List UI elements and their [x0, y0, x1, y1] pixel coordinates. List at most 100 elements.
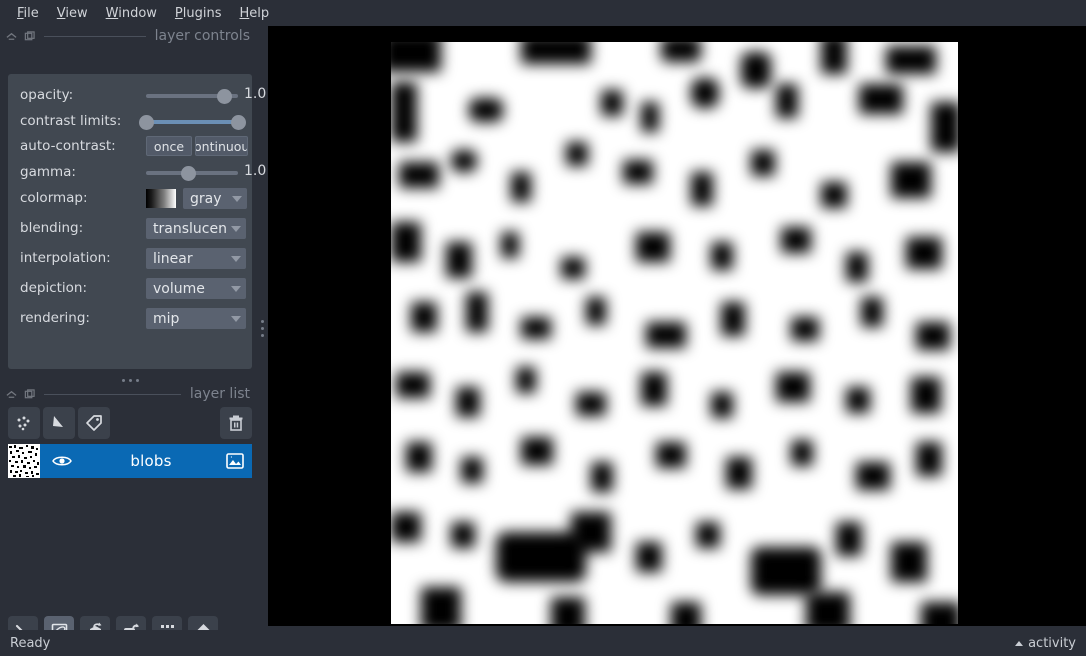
- contrast-limits-high-knob[interactable]: [231, 114, 246, 130]
- contrast-limits-label: contrast limits:: [20, 113, 122, 129]
- chevron-down-icon[interactable]: [226, 315, 246, 322]
- activity-label: activity: [1028, 635, 1076, 651]
- layer-thumbnail: [8, 444, 40, 478]
- close-icon[interactable]: [24, 388, 35, 400]
- layer-controls-form: opacity: 1.0 contrast limits: auto-contr: [8, 74, 266, 369]
- delete-layer-button[interactable]: [220, 407, 252, 439]
- layer-row-body[interactable]: blobs: [40, 444, 252, 478]
- labels-icon: [86, 415, 102, 431]
- gamma-slider-knob[interactable]: [181, 165, 197, 181]
- chevron-down-icon[interactable]: [226, 255, 246, 262]
- layer-type-indicator: [218, 452, 252, 470]
- undock-icon[interactable]: [6, 389, 17, 400]
- new-labels-layer-button[interactable]: [78, 407, 110, 439]
- rendering-value: mip: [153, 310, 180, 327]
- depiction-row: depiction: volume: [8, 277, 252, 299]
- contrast-limits-range: [146, 120, 238, 124]
- splitter-dot: [260, 333, 264, 337]
- undock-icon[interactable]: [6, 31, 17, 42]
- blending-label: blending:: [20, 220, 84, 236]
- interpolation-value: linear: [153, 250, 193, 267]
- gamma-label: gamma:: [20, 164, 76, 180]
- header-rule: [44, 393, 181, 395]
- chevron-down-icon[interactable]: [226, 225, 246, 232]
- contrast-limits-row: contrast limits:: [8, 110, 252, 132]
- caret-up-icon: [1015, 640, 1024, 646]
- rendering-combobox[interactable]: mip: [146, 308, 246, 329]
- panel-splitter[interactable]: [256, 26, 268, 630]
- depiction-label: depiction:: [20, 280, 88, 296]
- header-rule: [44, 35, 146, 37]
- depiction-combobox[interactable]: volume: [146, 278, 246, 299]
- splitter-dot: [260, 326, 264, 330]
- layer-list-header: layer list: [0, 384, 260, 404]
- blobs-image-render: [391, 42, 958, 624]
- layer-list-toolbar: [8, 407, 252, 439]
- colormap-combobox[interactable]: gray: [183, 188, 247, 209]
- grip-dot: [128, 378, 132, 382]
- opacity-label: opacity:: [20, 87, 74, 103]
- layer-list-item[interactable]: blobs: [8, 444, 252, 478]
- interpolation-label: interpolation:: [20, 250, 111, 266]
- gamma-row: gamma: 1.0: [8, 161, 266, 183]
- layer-list-title: layer list: [189, 386, 250, 402]
- blending-value: translucent: [153, 220, 226, 237]
- blending-row: blending: translucent: [8, 217, 252, 239]
- gamma-slider[interactable]: [146, 165, 238, 181]
- menu-mnemonic: H: [239, 5, 250, 21]
- trash-icon: [229, 415, 243, 431]
- activity-button[interactable]: activity: [1015, 636, 1076, 651]
- interpolation-row: interpolation: linear: [8, 247, 252, 269]
- chevron-down-icon[interactable]: [227, 195, 247, 202]
- rendering-row: rendering: mip: [8, 307, 252, 329]
- layer-visibility-toggle[interactable]: [40, 454, 84, 468]
- close-icon[interactable]: [24, 30, 35, 42]
- colormap-label: colormap:: [20, 190, 88, 206]
- grip-dot: [121, 378, 125, 382]
- colormap-swatch-icon: [146, 189, 176, 208]
- colormap-row: colormap: gray: [8, 187, 252, 209]
- layer-name-label[interactable]: blobs: [84, 452, 218, 470]
- splitter-dot: [260, 319, 264, 323]
- menu-view[interactable]: View: [48, 4, 97, 23]
- auto-contrast-row: auto-contrast: once continuous: [8, 135, 252, 157]
- auto-contrast-continuous-button[interactable]: continuous: [195, 136, 248, 156]
- opacity-row: opacity: 1.0: [8, 84, 266, 106]
- chevron-down-icon[interactable]: [226, 285, 246, 292]
- points-icon: [17, 416, 30, 431]
- menu-mnemonic: W: [105, 5, 119, 21]
- menu-file[interactable]: File: [8, 4, 48, 23]
- grip-dot: [135, 378, 139, 382]
- interpolation-combobox[interactable]: linear: [146, 248, 246, 269]
- opacity-slider[interactable]: [146, 88, 238, 104]
- auto-contrast-once-button[interactable]: once: [146, 136, 192, 156]
- menu-label-rest: iew: [65, 5, 88, 21]
- menu-label-rest: indow: [118, 5, 157, 21]
- blending-combobox[interactable]: translucent: [146, 218, 246, 239]
- colormap-value: gray: [190, 190, 222, 207]
- depiction-value: volume: [153, 280, 205, 297]
- menu-mnemonic: P: [174, 5, 183, 21]
- contrast-limits-low-knob[interactable]: [139, 114, 154, 130]
- viewer-canvas[interactable]: [268, 26, 1086, 626]
- layer-controls-title: layer controls: [154, 28, 250, 44]
- menu-help[interactable]: Help: [231, 4, 279, 23]
- rendering-label: rendering:: [20, 310, 90, 326]
- shapes-icon: [53, 416, 63, 427]
- contrast-limits-slider[interactable]: [139, 114, 246, 130]
- menu-window[interactable]: Window: [97, 4, 166, 23]
- new-points-layer-button[interactable]: [8, 407, 40, 439]
- menu-plugins[interactable]: Plugins: [166, 4, 231, 23]
- new-shapes-layer-button[interactable]: [43, 407, 75, 439]
- left-dock-panel: layer controls opacity: 1.0 contrast lim…: [0, 26, 266, 646]
- status-message: Ready: [10, 635, 51, 651]
- eye-icon: [52, 456, 72, 466]
- menu-label-rest: ile: [23, 5, 39, 21]
- opacity-slider-knob[interactable]: [217, 88, 233, 104]
- menu-label-rest: lugins: [182, 5, 222, 21]
- menu-label-rest: elp: [249, 5, 270, 21]
- image-layer-icon: [226, 453, 244, 469]
- status-bar: Ready activity: [0, 630, 1086, 656]
- menu-bar: File View Window Plugins Help: [0, 0, 1086, 26]
- layer-controls-header: layer controls: [0, 26, 260, 46]
